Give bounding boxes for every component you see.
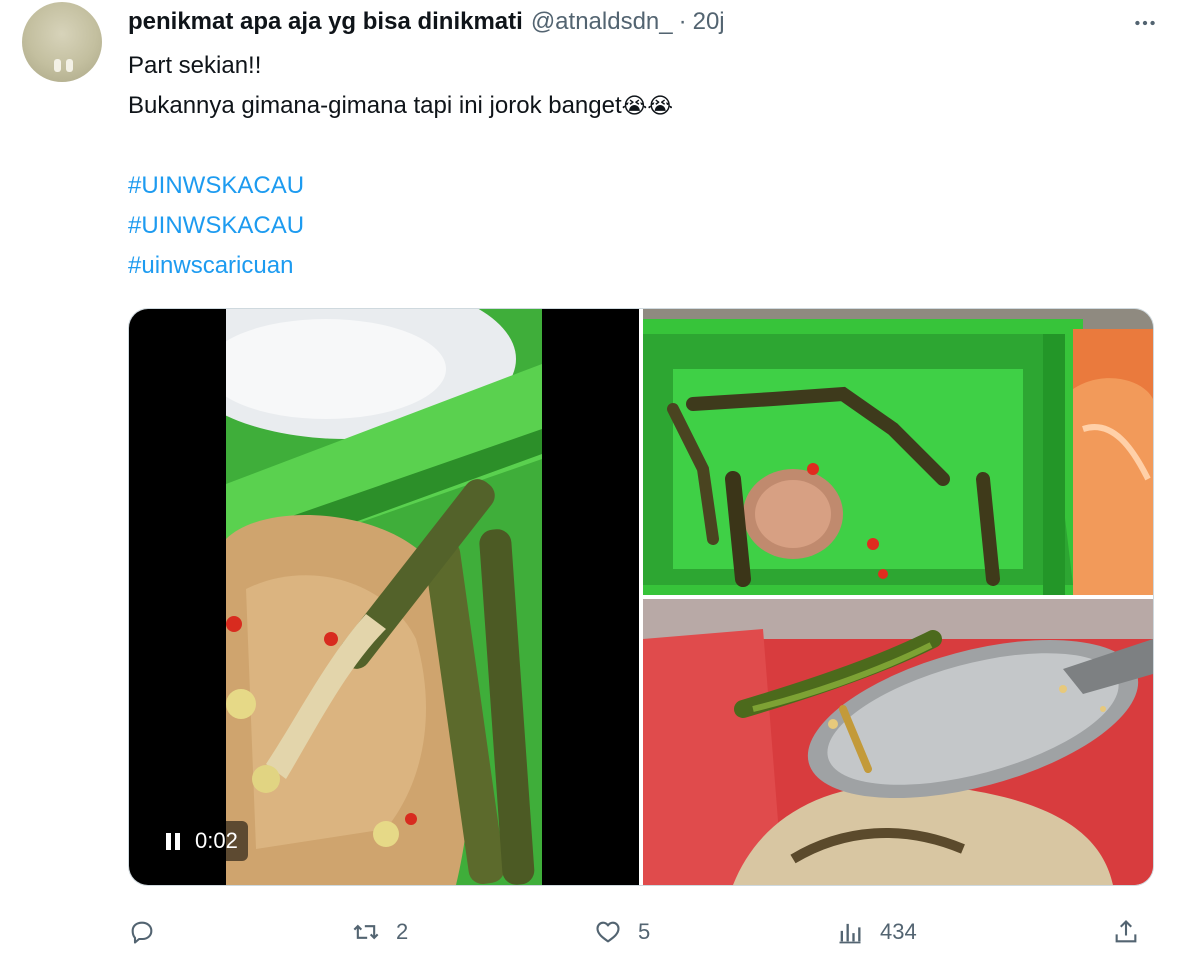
views-button[interactable]: 434 [836, 910, 917, 954]
text-line: Bukannya gimana-gimana tapi ini jorok ba… [128, 92, 674, 119]
author-handle[interactable]: @atnaldsdn_ [531, 8, 673, 36]
more-button[interactable] [1128, 6, 1162, 40]
more-icon [1135, 20, 1155, 26]
video-timestamp: 0:02 [195, 828, 238, 853]
hashtag-link[interactable]: #uinwscaricuan [128, 252, 293, 279]
separator-dot: · [678, 8, 687, 35]
like-count: 5 [638, 919, 651, 944]
video-controls: 0:02 [153, 821, 248, 861]
hashtag-link[interactable]: #UINWSKACAU [128, 172, 304, 199]
post-time[interactable]: 20j [693, 8, 725, 36]
action-bar: 2 5 434 [128, 910, 1152, 954]
video-frame [226, 309, 542, 885]
retweet-icon [353, 924, 379, 940]
spoon-photo [643, 599, 1153, 885]
views-count: 434 [880, 919, 917, 944]
media-photo[interactable] [643, 599, 1153, 885]
avatar-detail [54, 59, 61, 72]
retweet-button[interactable]: 2 [352, 910, 408, 954]
food-tray-image [226, 309, 542, 885]
video-player[interactable]: 0:02 [129, 309, 639, 885]
author-name[interactable]: penikmat apa aja yg bisa dinikmati [128, 8, 523, 36]
tweet-text: Part sekian!! Bukannya gimana-gimana tap… [128, 46, 1128, 286]
like-button[interactable]: 5 [594, 910, 650, 954]
food-tray-photo [643, 309, 1153, 595]
share-button[interactable] [1112, 910, 1140, 954]
share-icon [1115, 920, 1137, 943]
crying-emoji: 😭😭 [621, 93, 674, 118]
retweet-count: 2 [396, 919, 409, 944]
tweet-header: penikmat apa aja yg bisa dinikmati @atna… [128, 4, 725, 40]
heart-icon [596, 921, 620, 943]
avatar[interactable] [22, 2, 102, 82]
hashtag-link[interactable]: #UINWSKACAU [128, 212, 304, 239]
text-line: Part sekian!! [128, 52, 262, 79]
media-grid: 0:02 [128, 308, 1154, 886]
avatar-detail [66, 59, 73, 72]
views-icon [839, 923, 861, 944]
media-photo[interactable] [643, 309, 1153, 595]
reply-icon [131, 921, 153, 944]
pause-icon[interactable] [163, 831, 183, 851]
reply-button[interactable] [128, 910, 172, 954]
